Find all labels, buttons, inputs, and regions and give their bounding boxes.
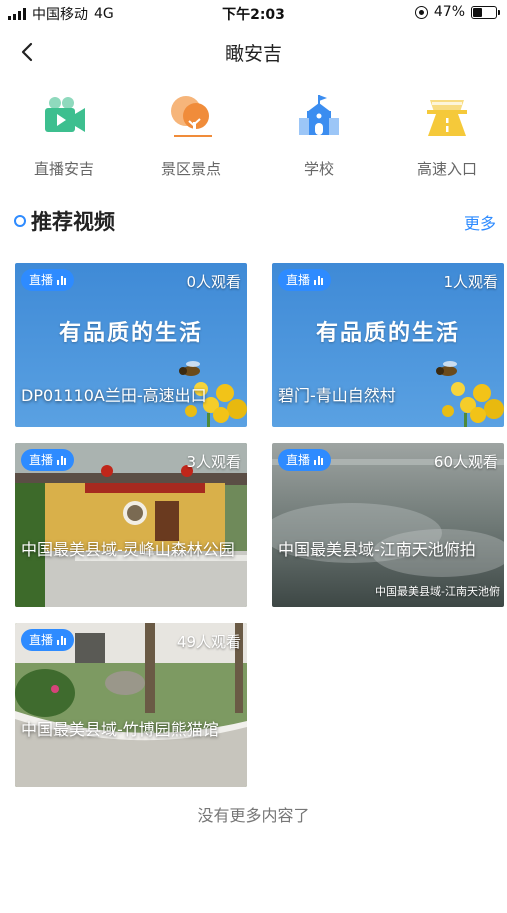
live-bars-icon	[314, 455, 324, 465]
banner-slogan: 有品质的生活	[58, 320, 203, 346]
video-card[interactable]: 有品质的生活 直播 1人观看 碧门-青山自然村	[272, 263, 504, 427]
battery-icon	[471, 5, 500, 19]
page-title: 瞰安吉	[224, 43, 282, 65]
highway-icon	[427, 100, 467, 136]
live-bars-icon	[57, 455, 67, 465]
school-icon	[299, 95, 339, 135]
video-title: DP01110A兰田-高速出口	[21, 386, 207, 405]
banner-slogan: 有品质的生活	[315, 320, 460, 346]
live-badge: 直播	[21, 269, 75, 291]
video-card[interactable]: 直播 49人观看 中国最美县域-竹博园熊猫馆	[15, 623, 247, 787]
live-badge: 直播	[21, 629, 75, 651]
live-badge-label: 直播	[29, 633, 54, 647]
viewer-count: 60人观看	[433, 453, 498, 471]
live-badge-label: 直播	[286, 273, 311, 287]
section-title: 推荐视频	[31, 210, 115, 234]
category-row: 直播安吉 景区景点 学校 高速入口	[0, 92, 507, 184]
orientation-lock-icon	[414, 5, 428, 19]
category-highway[interactable]: 高速入口	[392, 92, 502, 184]
category-label: 直播安吉	[33, 160, 94, 178]
live-badge: 直播	[278, 449, 332, 471]
live-badge: 直播	[21, 449, 75, 471]
video-title: 中国最美县域-灵峰山森林公园	[21, 540, 235, 559]
live-bars-icon	[314, 275, 324, 285]
video-title: 中国最美县域-江南天池俯拍	[278, 540, 476, 559]
category-label: 学校	[303, 160, 334, 178]
category-scenic[interactable]: 景区景点	[136, 92, 246, 184]
section-header: 推荐视频 更多	[14, 204, 496, 238]
category-label: 景区景点	[160, 160, 221, 178]
end-of-list-note: 没有更多内容了	[197, 806, 310, 825]
category-school[interactable]: 学校	[264, 92, 374, 184]
battery-fill	[473, 7, 483, 17]
status-bar: 中国移动 4G 下午2:03 47%	[0, 0, 507, 26]
live-badge: 直播	[278, 269, 332, 291]
video-card[interactable]: 直播 60人观看 中国最美县域-江南天池俯拍 中国最美县域-江南天池俯	[272, 443, 504, 607]
live-badge-label: 直播	[286, 453, 311, 467]
live-badge-label: 直播	[29, 273, 54, 287]
live-bars-icon	[57, 275, 67, 285]
tree-icon	[171, 96, 212, 137]
video-card[interactable]: 直播 3人观看 中国最美县域-灵峰山森林公园	[15, 443, 247, 607]
more-link[interactable]: 更多	[464, 210, 496, 234]
video-watermark: 中国最美县域-江南天池俯	[375, 585, 500, 598]
category-live[interactable]: 直播安吉	[9, 92, 119, 184]
video-card[interactable]: 有品质的生活 直播 0人观看 DP01110A兰田-高速出口	[15, 263, 247, 427]
live-badge-label: 直播	[29, 453, 54, 467]
viewer-count: 0人观看	[186, 273, 241, 291]
viewer-count: 49人观看	[176, 633, 241, 651]
video-title: 中国最美县域-竹博园熊猫馆	[21, 720, 219, 739]
viewer-count: 1人观看	[443, 273, 498, 291]
category-label: 高速入口	[416, 160, 477, 178]
viewer-count: 3人观看	[186, 453, 241, 471]
battery-percent: 47%	[433, 4, 465, 20]
video-camera-icon	[45, 97, 85, 132]
video-title: 碧门-青山自然村	[278, 386, 396, 405]
live-bars-icon	[57, 635, 67, 645]
bullet-circle-icon	[14, 215, 26, 227]
nav-bar: 瞰安吉	[0, 26, 507, 78]
